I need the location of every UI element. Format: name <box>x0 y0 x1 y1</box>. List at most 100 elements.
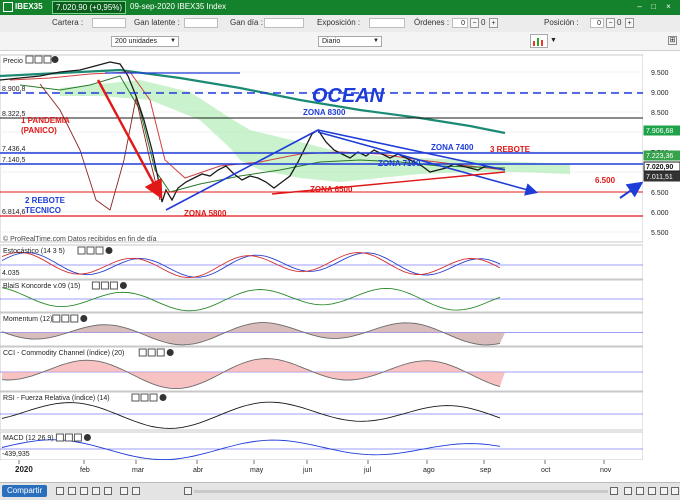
target-6500-annotation: 6.500 <box>595 176 616 185</box>
posicion-buy-icon[interactable]: + <box>625 18 634 28</box>
ordenes-label: Órdenes : <box>414 18 450 27</box>
indicator-panel: BlaiS Koncorde v.09 (15)45,5913,88667,59… <box>0 279 680 315</box>
ordenes-buy-icon[interactable]: + <box>489 18 498 28</box>
cursor-icon[interactable] <box>624 487 632 495</box>
close-icon[interactable] <box>159 394 167 401</box>
posicion-value: 0 <box>617 18 622 27</box>
window-icon[interactable] <box>109 281 118 290</box>
duplicate-icon[interactable] <box>147 348 156 357</box>
wrench-icon[interactable] <box>52 314 61 323</box>
price-panel-header: Precio <box>3 58 23 65</box>
window-icon[interactable] <box>149 393 158 402</box>
price-tick-label: 6.000 <box>651 210 669 217</box>
indicator-header: Estocástico (14 3 5) <box>3 248 65 255</box>
wrench-icon[interactable] <box>77 246 86 255</box>
scroll-right-icon[interactable] <box>610 487 618 495</box>
price-tick-label: 5.500 <box>651 230 669 237</box>
gan-dia-label: Gan día : <box>230 18 263 27</box>
rebote2-annotation-line1: 2 REBOTE <box>25 196 66 205</box>
close-icon[interactable] <box>105 247 113 254</box>
wrench-icon[interactable] <box>138 348 147 357</box>
indicator-panel: Estocástico (14 3 5)4.035100037,85333,58… <box>0 244 680 280</box>
title-bar: IBEX35 7.020,90 (+0,95%) 09-sep-2020 IBE… <box>0 0 680 15</box>
price-badge-label: 7.020,90 <box>646 164 673 171</box>
panel-options-icon[interactable]: ⊞ <box>668 36 677 45</box>
duplicate-icon[interactable] <box>100 281 109 290</box>
indicator-chevron-down-icon[interactable]: ▼ <box>550 37 557 44</box>
window-icon[interactable] <box>156 348 165 357</box>
lock-icon[interactable] <box>660 487 668 495</box>
indicator-left-value: -439,935 <box>2 451 30 458</box>
print-icon[interactable] <box>80 487 88 495</box>
wrench-icon[interactable] <box>55 433 64 442</box>
magnet-icon[interactable] <box>648 487 656 495</box>
duplicate-icon[interactable] <box>61 314 70 323</box>
zoom-out-icon[interactable] <box>132 487 140 495</box>
indicator-panel: Momentum (12)0-2.000-88,200 <box>0 312 680 347</box>
window-icon[interactable] <box>95 246 104 255</box>
zona-7400-annotation: ZONA 7400 <box>431 143 474 152</box>
timeline-scrollbar[interactable] <box>194 490 608 493</box>
data-source-watermark: © ProRealTime.com Datos recibidos en fin… <box>3 235 157 243</box>
gan-latente-label: Gan latente : <box>134 18 180 27</box>
time-axis-label: feb <box>80 467 90 474</box>
price-tick-label: 9.500 <box>651 70 669 77</box>
close-icon[interactable] <box>119 282 127 289</box>
indicator-header: Momentum (12) <box>3 316 52 323</box>
indicator-header: RSI - Fuerza Relativa (índice) (14) <box>3 395 110 402</box>
wrench-icon[interactable] <box>131 393 140 402</box>
wrench-icon[interactable] <box>25 55 34 64</box>
close-icon[interactable]: × <box>663 2 674 12</box>
close-icon[interactable] <box>166 349 174 356</box>
exposicion-label: Exposición : <box>317 18 361 27</box>
exposicion-field <box>369 18 405 28</box>
indicator-panel: CCI - Commodity Channel (índice) (20)0-7… <box>0 346 680 392</box>
units-select-value: 200 unidades <box>115 38 158 45</box>
close-icon[interactable] <box>51 56 59 63</box>
minimize-icon[interactable]: – <box>634 2 645 12</box>
time-axis-label: nov <box>600 467 612 474</box>
window-icon[interactable] <box>70 314 79 323</box>
close-icon[interactable] <box>83 434 91 441</box>
share-button[interactable]: Compartir <box>2 485 48 497</box>
price-change-badge: 7.020,90 (+0,95%) <box>52 1 127 14</box>
wrench-icon[interactable] <box>91 281 100 290</box>
time-axis-label: jul <box>363 467 371 474</box>
time-axis <box>0 460 680 482</box>
indicator-panel: RSI - Fuerza Relativa (índice) (14)10004… <box>0 391 680 431</box>
indicator-chart-icon[interactable] <box>530 34 548 48</box>
price-axis-badges: 7.906,68 7.223,36 7.020,90 7.011,51 <box>643 125 680 182</box>
more-icon[interactable] <box>671 487 679 495</box>
units-select[interactable]: 200 unidades ▼ <box>111 36 179 47</box>
grid-icon[interactable] <box>68 487 76 495</box>
duplicate-icon[interactable] <box>86 246 95 255</box>
duplicate-icon[interactable] <box>34 55 43 64</box>
window-icon[interactable] <box>73 433 82 442</box>
duplicate-icon[interactable] <box>140 393 149 402</box>
close-icon[interactable] <box>80 315 88 322</box>
zoom-in-icon[interactable] <box>120 487 128 495</box>
zona-5800-annotation: ZONA 5800 <box>184 209 227 218</box>
maximize-icon[interactable]: □ <box>648 2 659 12</box>
period-select[interactable]: Diario ▼ <box>318 36 382 47</box>
indicator-header: CCI - Commodity Channel (índice) (20) <box>3 350 124 357</box>
posicion-sell-icon[interactable]: − <box>606 18 615 28</box>
camera-icon[interactable] <box>92 487 100 495</box>
chart-area[interactable]: OCEAN 1 PANDEMIA (PANICO) 2 REBOTE TECNI… <box>0 50 680 482</box>
status-bar: Compartir <box>0 482 680 500</box>
indicator-panel: MACD (12 26 9)-439,9350-45,712 <box>0 431 680 461</box>
settings-icon[interactable] <box>104 487 112 495</box>
window-icon[interactable] <box>43 55 52 64</box>
crosshair-icon[interactable] <box>636 487 644 495</box>
window-symbol: IBEX35 <box>15 2 43 11</box>
duplicate-icon[interactable] <box>64 433 73 442</box>
ordenes-sell-icon[interactable]: − <box>470 18 479 28</box>
ordenes-value: 0 <box>481 18 486 27</box>
price-panel-tools[interactable] <box>25 55 59 64</box>
time-axis-label: 2020 <box>15 465 33 474</box>
posicion-label: Posición : <box>544 18 579 27</box>
chart-window-icon <box>3 2 13 12</box>
scroll-left-icon[interactable] <box>184 487 192 495</box>
zoom-icon[interactable] <box>56 487 64 495</box>
cartera-field <box>92 18 126 28</box>
